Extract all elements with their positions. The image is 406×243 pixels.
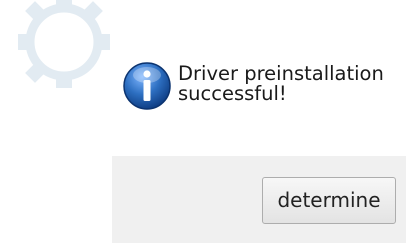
dialog-message: Driver preinstallation successful! — [178, 64, 406, 104]
info-icon — [123, 62, 171, 110]
message-dialog: Driver preinstallation successful! deter… — [0, 0, 406, 243]
message-line-2: successful! — [178, 82, 287, 105]
determine-button[interactable]: determine — [262, 177, 396, 224]
message-line-1: Driver preinstallation — [178, 62, 384, 85]
